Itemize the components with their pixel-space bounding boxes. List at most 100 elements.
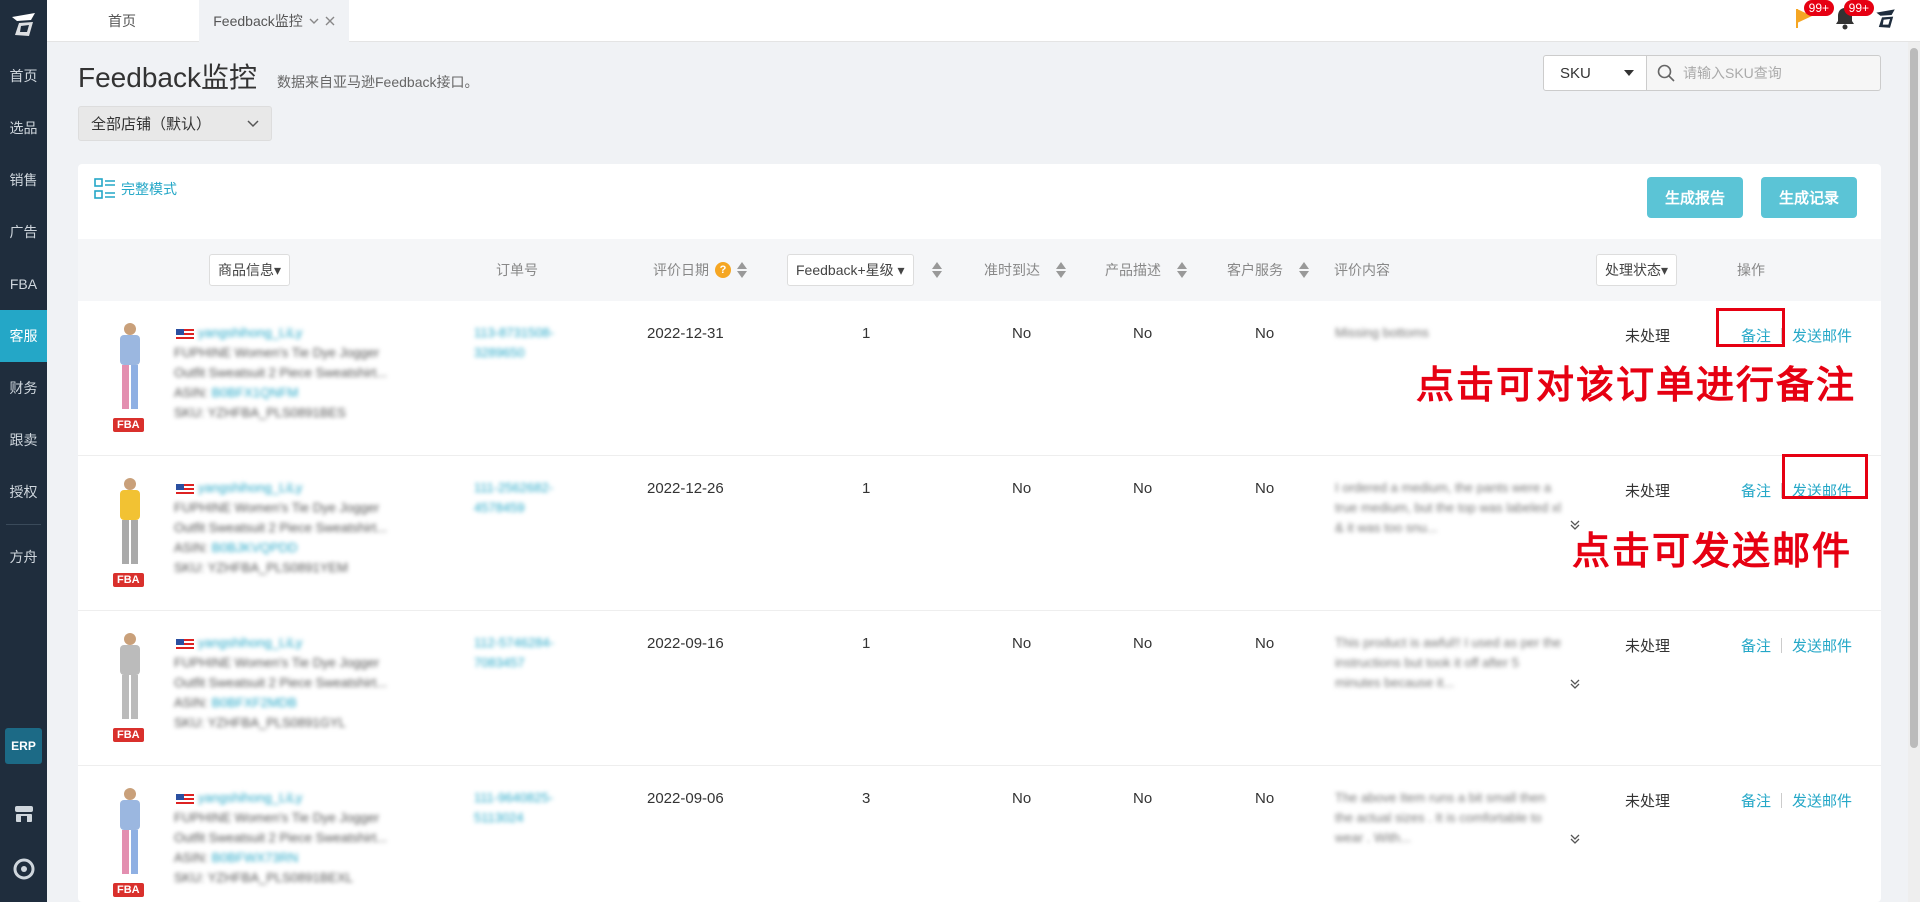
logo-icon[interactable] <box>0 0 47 50</box>
scrollbar[interactable] <box>1908 42 1920 902</box>
page-title: Feedback监控 <box>78 62 257 93</box>
email-highlight-box <box>1782 454 1868 499</box>
send-email-button[interactable]: 发送邮件 <box>1792 635 1852 656</box>
service-value: No <box>1255 635 1275 652</box>
full-mode-toggle[interactable]: 完整模式 <box>94 178 177 200</box>
sku-text: SKU: YZHFBA_PLS0891BEXL <box>174 870 353 885</box>
fba-badge: FBA <box>113 573 144 587</box>
product-info: yangshihong_LiLy FUPHINE Women's Tie Dye… <box>174 478 444 578</box>
status-text: 未处理 <box>1625 793 1671 810</box>
note-button[interactable]: 备注 <box>1741 790 1771 811</box>
product-title-2: Outfit Sweatsuit 2 Piece Sweatshirt... <box>174 365 388 380</box>
order-number-2: 5113024 <box>474 810 524 825</box>
bell-notification[interactable]: 99+ <box>1834 0 1874 34</box>
rating: 1 <box>862 480 871 497</box>
store-link[interactable]: yangshihong_LiLy <box>174 633 444 653</box>
caret-down-icon <box>1624 70 1634 76</box>
avatar[interactable] <box>1874 7 1898 34</box>
review-content: Missing bottoms <box>1335 325 1429 340</box>
sidebar-item-selection[interactable]: 选品 <box>0 102 47 154</box>
order-link[interactable]: 113-8731508- 3289650 <box>474 323 584 363</box>
fba-badge: FBA <box>113 883 144 897</box>
chevron-down-icon[interactable] <box>309 17 319 25</box>
product-info: yangshihong_LiLy FUPHINE Women's Tie Dye… <box>174 633 444 733</box>
service-value: No <box>1255 325 1275 342</box>
status-filter[interactable]: 处理状态▾ <box>1596 254 1678 286</box>
sort-icon[interactable] <box>737 262 747 278</box>
sort-icon[interactable] <box>931 262 942 278</box>
status-text: 未处理 <box>1625 483 1671 500</box>
product-image[interactable] <box>108 476 152 568</box>
store-link[interactable]: yangshihong_LiLy <box>174 788 444 808</box>
asin-label: ASIN: <box>174 385 208 400</box>
bell-badge: 99+ <box>1843 0 1874 16</box>
send-email-button[interactable]: 发送邮件 <box>1792 325 1852 346</box>
store-select[interactable]: 全部店铺（默认） <box>78 106 272 141</box>
generate-record-button[interactable]: 生成记录 <box>1761 177 1857 218</box>
note-button[interactable]: 备注 <box>1741 635 1771 656</box>
sidebar-item-auth[interactable]: 授权 <box>0 466 47 518</box>
product-title: FUPHINE Women's Tie Dye Jogger <box>174 655 380 670</box>
product-image[interactable] <box>108 631 152 723</box>
asin-link[interactable]: B0BFX1QNFM <box>212 385 299 400</box>
search-type-select[interactable]: SKU <box>1543 55 1647 91</box>
desc-value: No <box>1133 325 1153 342</box>
help-icon[interactable]: ? <box>715 262 731 278</box>
sidebar-item-service[interactable]: 客服 <box>0 310 47 362</box>
asin-label: ASIN: <box>174 850 208 865</box>
sort-icon[interactable] <box>1056 262 1066 278</box>
table-row: FBA yangshihong_LiLy FUPHINE Women's Tie… <box>78 766 1881 902</box>
generate-report-button[interactable]: 生成报告 <box>1647 177 1743 218</box>
col-ops: 操作 <box>1737 262 1765 278</box>
sku-text: SKU: YZHFBA_PLS0891YEM <box>174 560 348 575</box>
top-icons: 99+ 99+ <box>1794 0 1898 34</box>
sidebar-item-fba[interactable]: FBA <box>0 258 47 310</box>
fba-badge: FBA <box>113 728 144 742</box>
col-desc-label: 产品描述 <box>1105 262 1161 278</box>
full-mode-label: 完整模式 <box>121 181 177 197</box>
sort-icon[interactable] <box>1177 262 1187 278</box>
product-filter[interactable]: 商品信息▾ <box>209 254 291 286</box>
store-link[interactable]: yangshihong_LiLy <box>174 478 444 498</box>
row-actions: 备注 发送邮件 <box>1741 635 1852 656</box>
send-email-button[interactable]: 发送邮件 <box>1792 790 1852 811</box>
product-image[interactable] <box>108 321 152 413</box>
feedback-filter[interactable]: Feedback+星级 ▾ <box>787 254 914 286</box>
asin-link[interactable]: B0BJKVQPDD <box>212 540 298 555</box>
product-image[interactable] <box>108 786 152 878</box>
order-link[interactable]: 111-9640825- 5113024 <box>474 788 584 828</box>
search-input[interactable]: 请输入SKU查询 <box>1647 55 1881 91</box>
expand-icon[interactable] <box>1570 679 1580 689</box>
sidebar-item-finance[interactable]: 财务 <box>0 362 47 414</box>
erp-button[interactable]: ERP <box>5 728 42 764</box>
sidebar-item-sales[interactable]: 销售 <box>0 154 47 206</box>
order-link[interactable]: 111-2562682- 4578459 <box>474 478 584 518</box>
sort-icon[interactable] <box>1299 262 1309 278</box>
store-link[interactable]: yangshihong_LiLy <box>174 323 444 343</box>
close-icon[interactable] <box>325 16 335 26</box>
sidebar-item-home[interactable]: 首页 <box>0 50 47 102</box>
scroll-thumb[interactable] <box>1910 48 1918 748</box>
sidebar-item-ark[interactable]: 方舟 <box>0 531 47 583</box>
tab-feedback[interactable]: Feedback监控 <box>199 0 349 42</box>
asin-link[interactable]: B0BFWX73RN <box>212 850 299 865</box>
col-product: 商品信息▾ <box>209 239 291 301</box>
col-service: 客户服务 <box>1227 239 1309 301</box>
sidebar-item-ads[interactable]: 广告 <box>0 206 47 258</box>
sidebar-item-follow[interactable]: 跟卖 <box>0 414 47 466</box>
page-subtitle: 数据来自亚马逊Feedback接口。 <box>277 74 479 90</box>
flag-notification[interactable]: 99+ <box>1794 0 1834 34</box>
product-title: FUPHINE Women's Tie Dye Jogger <box>174 810 380 825</box>
support-icon[interactable] <box>0 858 47 880</box>
sku-text: SKU: YZHFBA_PLS0891GYL <box>174 715 346 730</box>
sku-text: SKU: YZHFBA_PLS0891BES <box>174 405 346 420</box>
expand-icon[interactable] <box>1570 834 1580 844</box>
store-icon[interactable] <box>0 804 47 824</box>
tab-home[interactable]: 首页 <box>47 0 197 42</box>
order-link[interactable]: 112-5746284- 7083457 <box>474 633 584 673</box>
email-annotation: 点击可发送邮件 <box>1572 531 1853 573</box>
asin-link[interactable]: B0BFXF2MDB <box>212 695 297 710</box>
rating: 1 <box>862 325 871 342</box>
note-button[interactable]: 备注 <box>1741 480 1771 501</box>
search-placeholder: 请输入SKU查询 <box>1683 65 1782 81</box>
